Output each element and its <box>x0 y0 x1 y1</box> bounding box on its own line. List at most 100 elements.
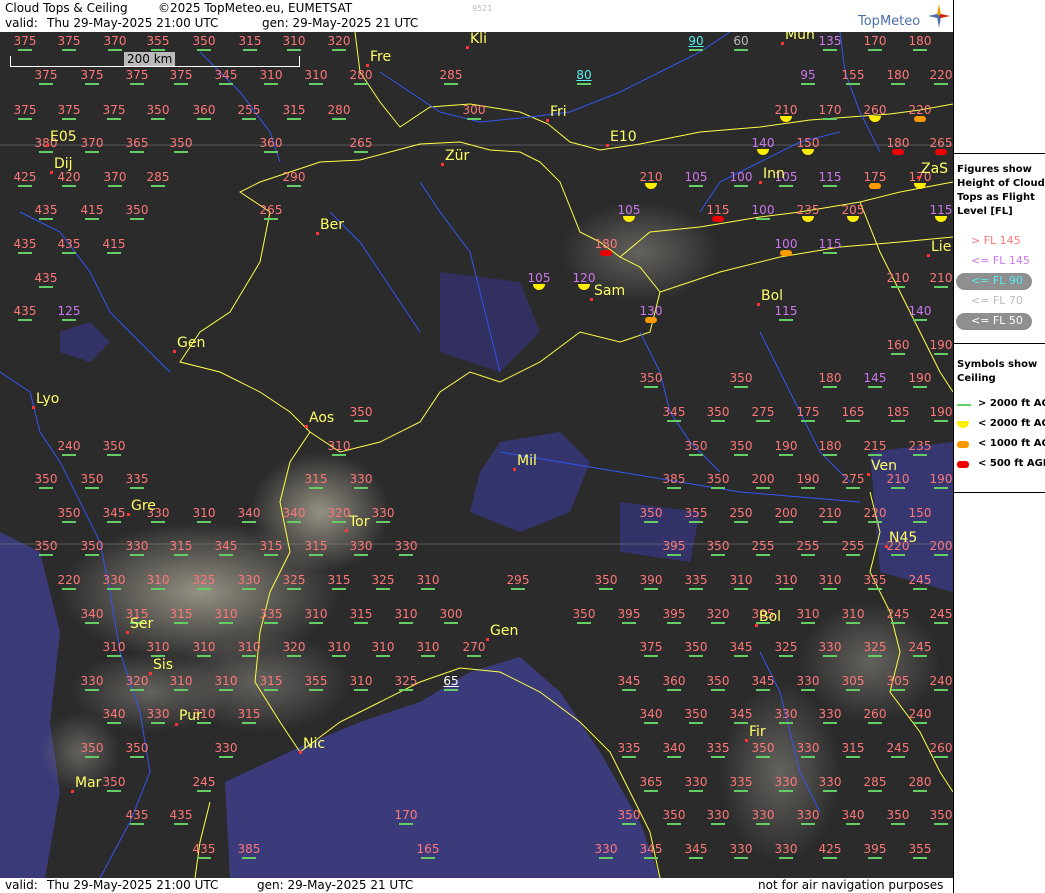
cloud-top-value: 330 <box>751 808 775 822</box>
ceiling-marker <box>107 521 121 523</box>
city-label[interactable]: Aos <box>309 410 334 426</box>
cloud-top-value: 320 <box>327 506 351 520</box>
cloud-top-value: 425 <box>818 842 842 856</box>
cloud-top-value: 325 <box>774 640 798 654</box>
city-label[interactable]: Dij <box>54 156 73 172</box>
legend-symbol-label: < 2000 ft AGL <box>978 418 1045 429</box>
ceiling-marker <box>689 790 703 792</box>
city-label[interactable]: Ber <box>320 217 344 233</box>
legend-panel: Figures show Height of Cloud Tops as Fli… <box>953 0 1045 893</box>
city-label[interactable]: Ven <box>871 458 897 474</box>
city-label[interactable]: Lyo <box>36 391 59 407</box>
cloud-tops-map[interactable]: 200 km 375 375 370 355 350 315 310 320 90 60 135 17… <box>0 32 953 878</box>
city-label[interactable]: Fir <box>749 724 766 740</box>
ceiling-marker <box>667 487 681 489</box>
city-label[interactable]: Gen <box>490 623 518 639</box>
cloud-top-value: 330 <box>80 674 104 688</box>
city-label[interactable]: Nic <box>303 736 325 752</box>
cloud-top-value: 350 <box>125 741 149 755</box>
city-label[interactable]: Sis <box>153 657 173 673</box>
legend-symbol-swatch <box>957 441 969 448</box>
cloud-top-value: 280 <box>908 775 932 789</box>
ceiling-marker <box>421 588 435 590</box>
ceiling-marker <box>18 319 32 321</box>
ceiling-symbol <box>712 216 724 222</box>
ceiling-marker <box>197 588 211 590</box>
ceiling-marker <box>934 756 948 758</box>
ceiling-marker <box>868 386 882 388</box>
city-label[interactable]: Ser <box>130 616 153 632</box>
ceiling-marker <box>151 521 165 523</box>
cloud-top-value: 330 <box>796 808 820 822</box>
city-label[interactable]: Gen <box>177 335 205 351</box>
cloud-top-value: 105 <box>617 203 641 217</box>
ceiling-marker <box>376 655 390 657</box>
ceiling-marker <box>846 823 860 825</box>
city-label[interactable]: E10 <box>610 129 637 145</box>
cloud-top-value: 310 <box>774 573 798 587</box>
city-label[interactable]: Bol <box>759 609 781 625</box>
city-label[interactable]: Sam <box>594 283 625 299</box>
ceiling-marker <box>891 823 905 825</box>
city-dot <box>755 624 758 627</box>
city-label[interactable]: Gre <box>131 498 156 514</box>
ceiling-marker <box>577 83 591 85</box>
city-label[interactable]: N45 <box>889 530 917 546</box>
city-label[interactable]: Mil <box>517 453 537 469</box>
cloud-top-value: 280 <box>327 103 351 117</box>
city-label[interactable]: Tor <box>349 514 370 530</box>
ceiling-marker <box>779 790 793 792</box>
cloud-top-value: 350 <box>594 573 618 587</box>
cloud-top-value: 395 <box>617 607 641 621</box>
cloud-top-value: 350 <box>349 405 373 419</box>
ceiling-marker <box>756 554 770 556</box>
city-label[interactable]: ZaS <box>921 161 948 177</box>
ceiling-marker <box>197 49 211 51</box>
cloud-top-value: 340 <box>102 707 126 721</box>
cloud-top-value: 330 <box>818 775 842 789</box>
ceiling-marker <box>779 857 793 859</box>
cloud-top-value: 350 <box>706 472 730 486</box>
ceiling-marker <box>934 823 948 825</box>
city-label[interactable]: Fri <box>550 104 567 120</box>
city-label[interactable]: Fre <box>370 49 391 65</box>
city-label[interactable]: Kli <box>470 32 487 47</box>
cloud-top-value: 375 <box>125 68 149 82</box>
city-label[interactable]: Pur <box>179 708 202 724</box>
ceiling-marker <box>421 857 435 859</box>
city-label[interactable]: Mun <box>785 32 815 43</box>
city-label[interactable]: Mar <box>75 775 101 791</box>
city-dot <box>126 631 129 634</box>
ceiling-marker <box>354 487 368 489</box>
ceiling-marker <box>264 218 278 220</box>
city-label[interactable]: Bol <box>761 288 783 304</box>
footer-generated-time: gen: 29-May-2025 21 UTC <box>257 878 414 892</box>
city-label[interactable]: Zür <box>445 148 469 164</box>
cloud-top-value: 325 <box>371 573 395 587</box>
cloud-top-value: 240 <box>929 674 953 688</box>
ceiling-marker <box>644 857 658 859</box>
cloud-top-value: 350 <box>102 439 126 453</box>
cloud-top-value: 375 <box>57 34 81 48</box>
cloud-top-value: 210 <box>818 506 842 520</box>
ceiling-marker <box>644 588 658 590</box>
cloud-top-value: 350 <box>751 741 775 755</box>
cloud-top-value: 170 <box>863 34 887 48</box>
ceiling-marker <box>197 790 211 792</box>
ceiling-marker <box>801 487 815 489</box>
city-label[interactable]: Inn <box>763 166 785 182</box>
cloud-top-value: 315 <box>237 707 261 721</box>
cloud-top-value: 305 <box>886 674 910 688</box>
ceiling-marker <box>309 83 323 85</box>
city-dot <box>305 425 308 428</box>
ceiling-marker <box>823 185 837 187</box>
ceiling-marker <box>823 386 837 388</box>
ceiling-marker <box>868 588 882 590</box>
ceiling-marker <box>130 151 144 153</box>
city-dot <box>50 171 53 174</box>
cloud-top-value: 310 <box>146 640 170 654</box>
ceiling-marker <box>399 689 413 691</box>
cloud-top-value: 310 <box>349 674 373 688</box>
city-label[interactable]: E05 <box>50 129 77 145</box>
city-label[interactable]: Lie <box>931 239 951 255</box>
